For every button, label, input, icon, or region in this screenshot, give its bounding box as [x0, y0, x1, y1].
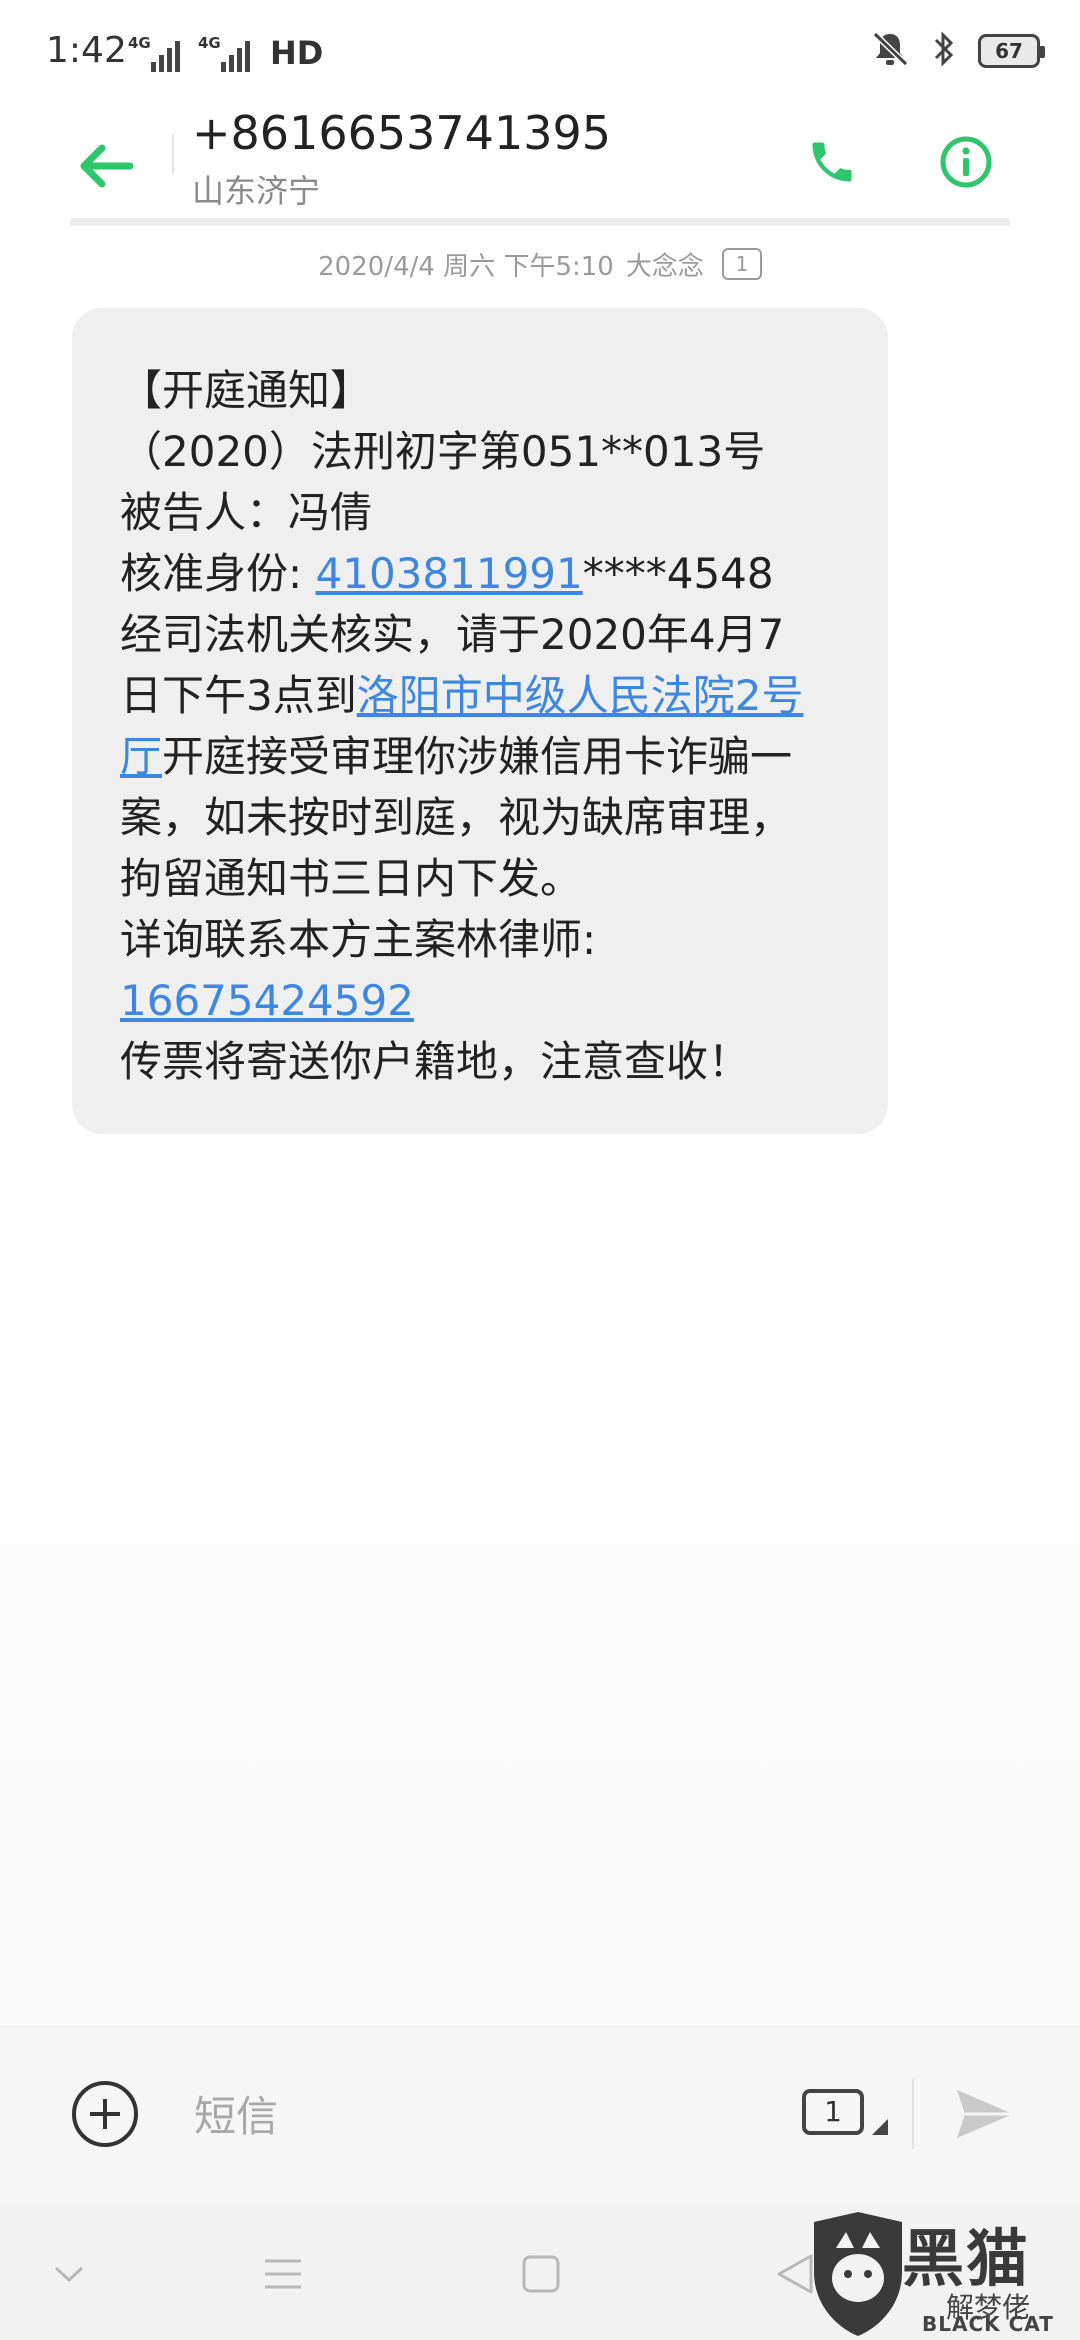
- message-line: 16675424592: [120, 970, 842, 1031]
- watermark-latin: BLACK CAT: [922, 2312, 1054, 2336]
- phone-icon: [812, 142, 852, 182]
- square-home-icon: [522, 2255, 560, 2293]
- contact-location: 山东济宁: [192, 172, 321, 210]
- sim-card-icon: 1: [802, 2089, 864, 2135]
- message-date: 2020/4/4 周六 下午5:10: [318, 251, 614, 282]
- mute-vibrate-icon: [870, 30, 910, 72]
- info-icon: [940, 136, 992, 188]
- send-icon: [957, 2090, 1013, 2138]
- send-button[interactable]: [950, 2079, 1020, 2149]
- menu-icon: [265, 2259, 301, 2289]
- dropdown-corner-icon: [872, 2119, 888, 2135]
- nav-hide-button[interactable]: [34, 2242, 104, 2306]
- sim1-signal-icon: 4G: [128, 34, 180, 72]
- watermark-title: 黑猫: [902, 2222, 1031, 2295]
- sim-badge: 1: [721, 248, 762, 280]
- bluetooth-icon: [932, 30, 956, 72]
- back-button[interactable]: [66, 126, 146, 206]
- hd-label: HD: [270, 34, 324, 72]
- signal-group: 4G 4G HD: [128, 34, 323, 72]
- carrier-label: 大念念: [625, 251, 704, 282]
- status-bar: 1:42 4G 4G HD 67: [0, 0, 1080, 104]
- arrow-left-icon: [80, 144, 134, 188]
- black-cat-watermark: 黑猫 解梦佬 BLACK CAT: [806, 2208, 1080, 2340]
- battery-icon: 67: [978, 34, 1045, 68]
- header-separator: [70, 218, 1010, 226]
- chevron-down-icon: [54, 2266, 84, 2283]
- add-attachment-button[interactable]: [72, 2081, 138, 2147]
- conversation-empty-area: [0, 1134, 1080, 2024]
- sim2-signal-icon: 4G: [198, 34, 250, 72]
- address-link[interactable]: 洛阳市中级人民法院2号: [357, 671, 804, 720]
- message-line: 案，如未按时到庭，视为缺席审理，: [120, 793, 793, 842]
- message-timestamp: 2020/4/4 周六 下午5:10 大念念 1: [0, 242, 1080, 286]
- message-line: 核准身份: 4103811991****4548: [120, 549, 774, 598]
- message-line: 经司法机关核实，请于2020年4月7: [120, 610, 785, 659]
- message-line: 详询联系本方主案林律师:: [120, 915, 597, 964]
- header-divider: [172, 134, 174, 174]
- nav-home-button[interactable]: [506, 2242, 576, 2306]
- cat-shield-logo-icon: [814, 2212, 902, 2336]
- contact-number: +8616653741395: [192, 106, 612, 160]
- phone-number-link[interactable]: 16675424592: [120, 976, 414, 1025]
- sim-select-button[interactable]: 1: [802, 2085, 894, 2145]
- compose-divider: [912, 2079, 914, 2149]
- status-icons: 67: [870, 30, 1045, 72]
- status-time: 1:42: [46, 30, 127, 71]
- call-button[interactable]: [792, 122, 872, 202]
- message-line: 日下午3点到洛阳市中级人民法院2号: [120, 671, 804, 720]
- sms-input[interactable]: [192, 2071, 752, 2161]
- message-line: 被告人：冯倩: [120, 488, 373, 537]
- message-line: 厅开庭接受审理你涉嫌信用卡诈骗一: [120, 732, 793, 781]
- message-bubble[interactable]: 【开庭通知】 （2020）法刑初字第051**013号 被告人：冯倩 核准身份:…: [72, 308, 888, 1134]
- address-link-continued[interactable]: 厅: [120, 732, 162, 781]
- conversation-header: +8616653741395 山东济宁: [0, 104, 1080, 222]
- info-button[interactable]: [926, 122, 1006, 202]
- compose-bar: 1: [0, 2026, 1080, 2206]
- message-line: 拘留通知书三日内下发。: [120, 854, 583, 903]
- message-line: 【开庭通知】: [120, 366, 373, 415]
- nav-menu-button[interactable]: [248, 2242, 318, 2306]
- message-line: （2020）法刑初字第051**013号: [120, 427, 766, 476]
- message-line: 传票将寄送你户籍地，注意查收！: [120, 1037, 751, 1086]
- id-number-link[interactable]: 4103811991: [316, 549, 583, 598]
